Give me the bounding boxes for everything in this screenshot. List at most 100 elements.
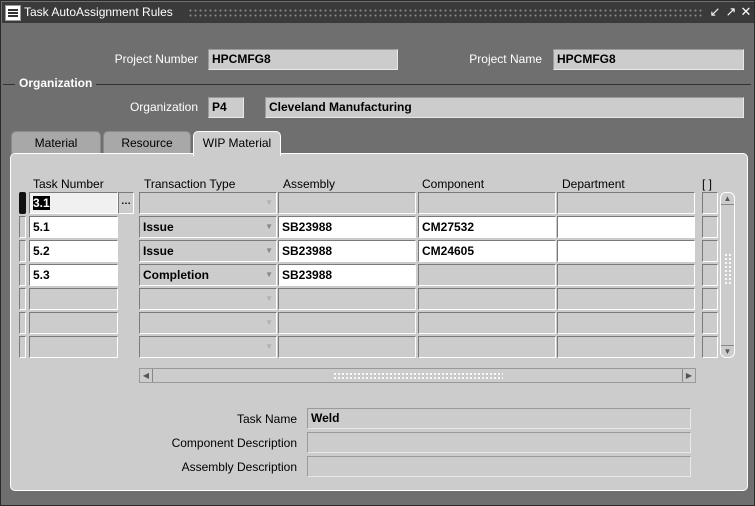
title-bar-grip bbox=[188, 8, 702, 17]
task-number-cell-value: 5.2 bbox=[33, 244, 50, 258]
col-header-department: Department bbox=[562, 177, 625, 191]
tab-wip-material[interactable]: WIP Material bbox=[193, 131, 281, 156]
component-cell[interactable] bbox=[418, 288, 556, 310]
folder-cell[interactable] bbox=[702, 288, 718, 310]
assembly-description-field[interactable] bbox=[307, 456, 691, 477]
row-indicator[interactable] bbox=[19, 264, 26, 286]
assembly-cell[interactable]: SB23988 bbox=[278, 264, 416, 286]
folder-cell[interactable] bbox=[702, 264, 718, 286]
transaction-type-cell[interactable]: Completion ▼ bbox=[139, 264, 277, 286]
folder-cell[interactable] bbox=[702, 192, 718, 214]
row-indicator[interactable] bbox=[19, 336, 26, 358]
col-header-task-number: Task Number bbox=[33, 177, 104, 191]
dropdown-arrow-icon[interactable]: ▼ bbox=[265, 289, 273, 309]
department-cell[interactable] bbox=[557, 216, 695, 238]
department-cell[interactable] bbox=[557, 192, 695, 214]
project-number-label: Project Number bbox=[114, 52, 198, 66]
col-header-folder[interactable]: [ ] bbox=[702, 177, 712, 191]
assembly-cell-value: SB23988 bbox=[282, 220, 333, 234]
component-cell[interactable]: CM27532 bbox=[418, 216, 556, 238]
col-header-component: Component bbox=[422, 177, 485, 191]
row-indicator[interactable] bbox=[19, 288, 26, 310]
col-header-assembly: Assembly bbox=[283, 177, 336, 191]
horizontal-scrollbar[interactable]: ◀ ▶ bbox=[139, 368, 696, 383]
col-header-transaction-type: Transaction Type bbox=[144, 177, 236, 191]
assembly-cell[interactable] bbox=[278, 336, 416, 358]
vertical-scroll-thumb[interactable] bbox=[724, 253, 732, 285]
task-name-field[interactable]: Weld bbox=[307, 408, 691, 429]
task-number-cell[interactable]: 5.3 bbox=[29, 264, 118, 286]
transaction-type-cell[interactable]: ▼ bbox=[139, 288, 277, 310]
scroll-up-icon[interactable]: ▲ bbox=[721, 193, 734, 205]
transaction-type-cell[interactable]: ▼ bbox=[139, 192, 277, 214]
task-number-cell[interactable]: 3.1 bbox=[29, 192, 118, 214]
assembly-cell[interactable]: SB23988 bbox=[278, 240, 416, 262]
tab-material[interactable]: Material bbox=[11, 131, 101, 154]
dropdown-arrow-icon[interactable]: ▼ bbox=[265, 265, 273, 285]
organization-label: Organization bbox=[129, 100, 198, 114]
folder-cell[interactable] bbox=[702, 216, 718, 238]
component-cell[interactable] bbox=[418, 264, 556, 286]
row-indicator[interactable] bbox=[19, 192, 26, 214]
dropdown-arrow-icon[interactable]: ▼ bbox=[265, 337, 273, 357]
transaction-type-cell-value: Issue bbox=[143, 220, 174, 234]
dropdown-arrow-icon[interactable]: ▼ bbox=[265, 313, 273, 333]
transaction-type-cell[interactable]: ▼ bbox=[139, 312, 277, 334]
tab-resource[interactable]: Resource bbox=[103, 131, 191, 154]
assembly-cell[interactable] bbox=[278, 312, 416, 334]
maximize-icon[interactable]: ↗ bbox=[724, 5, 738, 19]
dropdown-arrow-icon[interactable]: ▼ bbox=[265, 241, 273, 261]
transaction-type-cell[interactable]: Issue ▼ bbox=[139, 240, 277, 262]
row-indicator[interactable] bbox=[19, 240, 26, 262]
component-description-field[interactable] bbox=[307, 432, 691, 453]
oracle-app-icon bbox=[5, 5, 21, 21]
project-name-field[interactable]: HPCMFG8 bbox=[553, 49, 744, 70]
department-cell[interactable] bbox=[557, 288, 695, 310]
component-cell[interactable]: CM24605 bbox=[418, 240, 556, 262]
close-icon[interactable]: ✕ bbox=[739, 5, 753, 19]
folder-cell[interactable] bbox=[702, 312, 718, 334]
organization-name-field[interactable]: Cleveland Manufacturing bbox=[265, 97, 744, 118]
window-title: Task AutoAssignment Rules bbox=[24, 5, 173, 19]
title-bar[interactable]: Task AutoAssignment Rules ↙ ↗ ✕ bbox=[2, 2, 754, 23]
task-number-cell[interactable] bbox=[29, 312, 118, 334]
component-cell[interactable] bbox=[418, 312, 556, 334]
horizontal-scroll-thumb[interactable] bbox=[333, 372, 503, 379]
minimize-icon[interactable]: ↙ bbox=[708, 5, 722, 19]
transaction-type-cell-value: Issue bbox=[143, 244, 174, 258]
project-number-field[interactable]: HPCMFG8 bbox=[208, 49, 398, 70]
task-number-lov-button[interactable]: … bbox=[118, 192, 134, 214]
organization-divider bbox=[3, 84, 751, 85]
assembly-cell[interactable] bbox=[278, 192, 416, 214]
dropdown-arrow-icon[interactable]: ▼ bbox=[265, 193, 273, 213]
task-name-label: Task Name bbox=[236, 412, 297, 426]
organization-code-field[interactable]: P4 bbox=[208, 97, 244, 118]
task-number-cell[interactable] bbox=[29, 336, 118, 358]
task-number-cell[interactable]: 5.2 bbox=[29, 240, 118, 262]
organization-section-title: Organization bbox=[15, 76, 97, 90]
department-cell[interactable] bbox=[557, 336, 695, 358]
scroll-left-icon[interactable]: ◀ bbox=[140, 369, 153, 382]
row-indicator[interactable] bbox=[19, 216, 26, 238]
vertical-scrollbar[interactable]: ▲ ▼ bbox=[720, 192, 735, 358]
transaction-type-cell[interactable]: Issue ▼ bbox=[139, 216, 277, 238]
task-number-cell[interactable] bbox=[29, 288, 118, 310]
row-indicator[interactable] bbox=[19, 312, 26, 334]
task-number-cell[interactable]: 5.1 bbox=[29, 216, 118, 238]
assembly-cell[interactable] bbox=[278, 288, 416, 310]
task-number-cell-value: 5.1 bbox=[33, 220, 50, 234]
scroll-down-icon[interactable]: ▼ bbox=[721, 345, 734, 357]
folder-cell[interactable] bbox=[702, 240, 718, 262]
task-number-cell-value: 5.3 bbox=[33, 268, 50, 282]
department-cell[interactable] bbox=[557, 264, 695, 286]
assembly-cell[interactable]: SB23988 bbox=[278, 216, 416, 238]
department-cell[interactable] bbox=[557, 240, 695, 262]
component-cell[interactable] bbox=[418, 336, 556, 358]
scroll-right-icon[interactable]: ▶ bbox=[682, 369, 695, 382]
component-cell[interactable] bbox=[418, 192, 556, 214]
dropdown-arrow-icon[interactable]: ▼ bbox=[265, 217, 273, 237]
folder-cell[interactable] bbox=[702, 336, 718, 358]
transaction-type-cell[interactable]: ▼ bbox=[139, 336, 277, 358]
assembly-cell-value: SB23988 bbox=[282, 268, 333, 282]
department-cell[interactable] bbox=[557, 312, 695, 334]
